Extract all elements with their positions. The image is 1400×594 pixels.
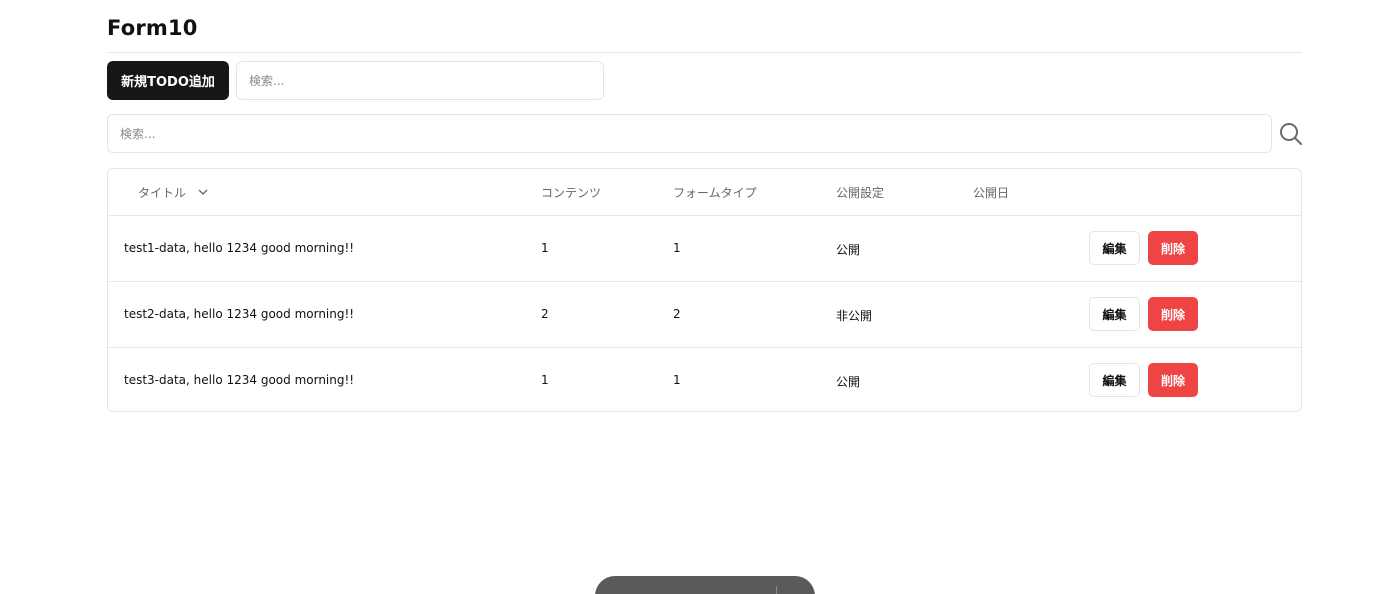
edit-button[interactable]: 編集 bbox=[1089, 231, 1140, 265]
edit-button[interactable]: 編集 bbox=[1089, 297, 1140, 331]
table-header: タイトル コンテンツ フォームタイプ 公開設定 公開日 bbox=[108, 169, 1301, 216]
edit-button[interactable]: 編集 bbox=[1089, 363, 1140, 397]
column-header-title[interactable]: タイトル bbox=[138, 184, 186, 201]
page-title: Form10 bbox=[107, 16, 198, 40]
page: Form10 新規TODO追加 タイトル コンテンツ フォームタイプ 公開設定 … bbox=[0, 0, 1400, 594]
delete-button[interactable]: 削除 bbox=[1148, 231, 1198, 265]
title-divider bbox=[107, 52, 1302, 53]
row-content: 1 bbox=[541, 373, 549, 387]
column-header-content: コンテンツ bbox=[541, 186, 602, 200]
row-visibility: 非公開 bbox=[836, 309, 873, 323]
row-content: 1 bbox=[541, 241, 549, 255]
toolbar-search-input[interactable] bbox=[236, 61, 604, 100]
row-title: test1-data, hello 1234 good morning!! bbox=[124, 241, 355, 255]
column-header-date: 公開日 bbox=[973, 186, 1010, 200]
table-row: test1-data, hello 1234 good morning!! 1 … bbox=[108, 216, 1301, 282]
chevron-down-icon[interactable] bbox=[198, 188, 208, 196]
row-title: test3-data, hello 1234 good morning!! bbox=[124, 373, 355, 387]
row-visibility: 公開 bbox=[836, 243, 861, 257]
row-form-type: 1 bbox=[673, 373, 681, 387]
row-visibility: 公開 bbox=[836, 375, 861, 389]
table-row: test2-data, hello 1234 good morning!! 2 … bbox=[108, 282, 1301, 348]
column-header-visibility: 公開設定 bbox=[836, 186, 885, 200]
row-content: 2 bbox=[541, 307, 549, 321]
row-form-type: 2 bbox=[673, 307, 681, 321]
column-header-form-type: フォームタイプ bbox=[673, 186, 757, 200]
floating-toolbar-divider bbox=[776, 586, 777, 594]
floating-toolbar[interactable] bbox=[595, 576, 815, 594]
add-todo-button[interactable]: 新規TODO追加 bbox=[107, 61, 229, 100]
row-title: test2-data, hello 1234 good morning!! bbox=[124, 307, 355, 321]
row-form-type: 1 bbox=[673, 241, 681, 255]
delete-button[interactable]: 削除 bbox=[1148, 363, 1198, 397]
todo-table: タイトル コンテンツ フォームタイプ 公開設定 公開日 test1-data, … bbox=[107, 168, 1302, 412]
delete-button[interactable]: 削除 bbox=[1148, 297, 1198, 331]
main-search-input[interactable] bbox=[107, 114, 1272, 153]
table-row: test3-data, hello 1234 good morning!! 1 … bbox=[108, 348, 1301, 411]
search-icon[interactable] bbox=[1278, 121, 1304, 147]
